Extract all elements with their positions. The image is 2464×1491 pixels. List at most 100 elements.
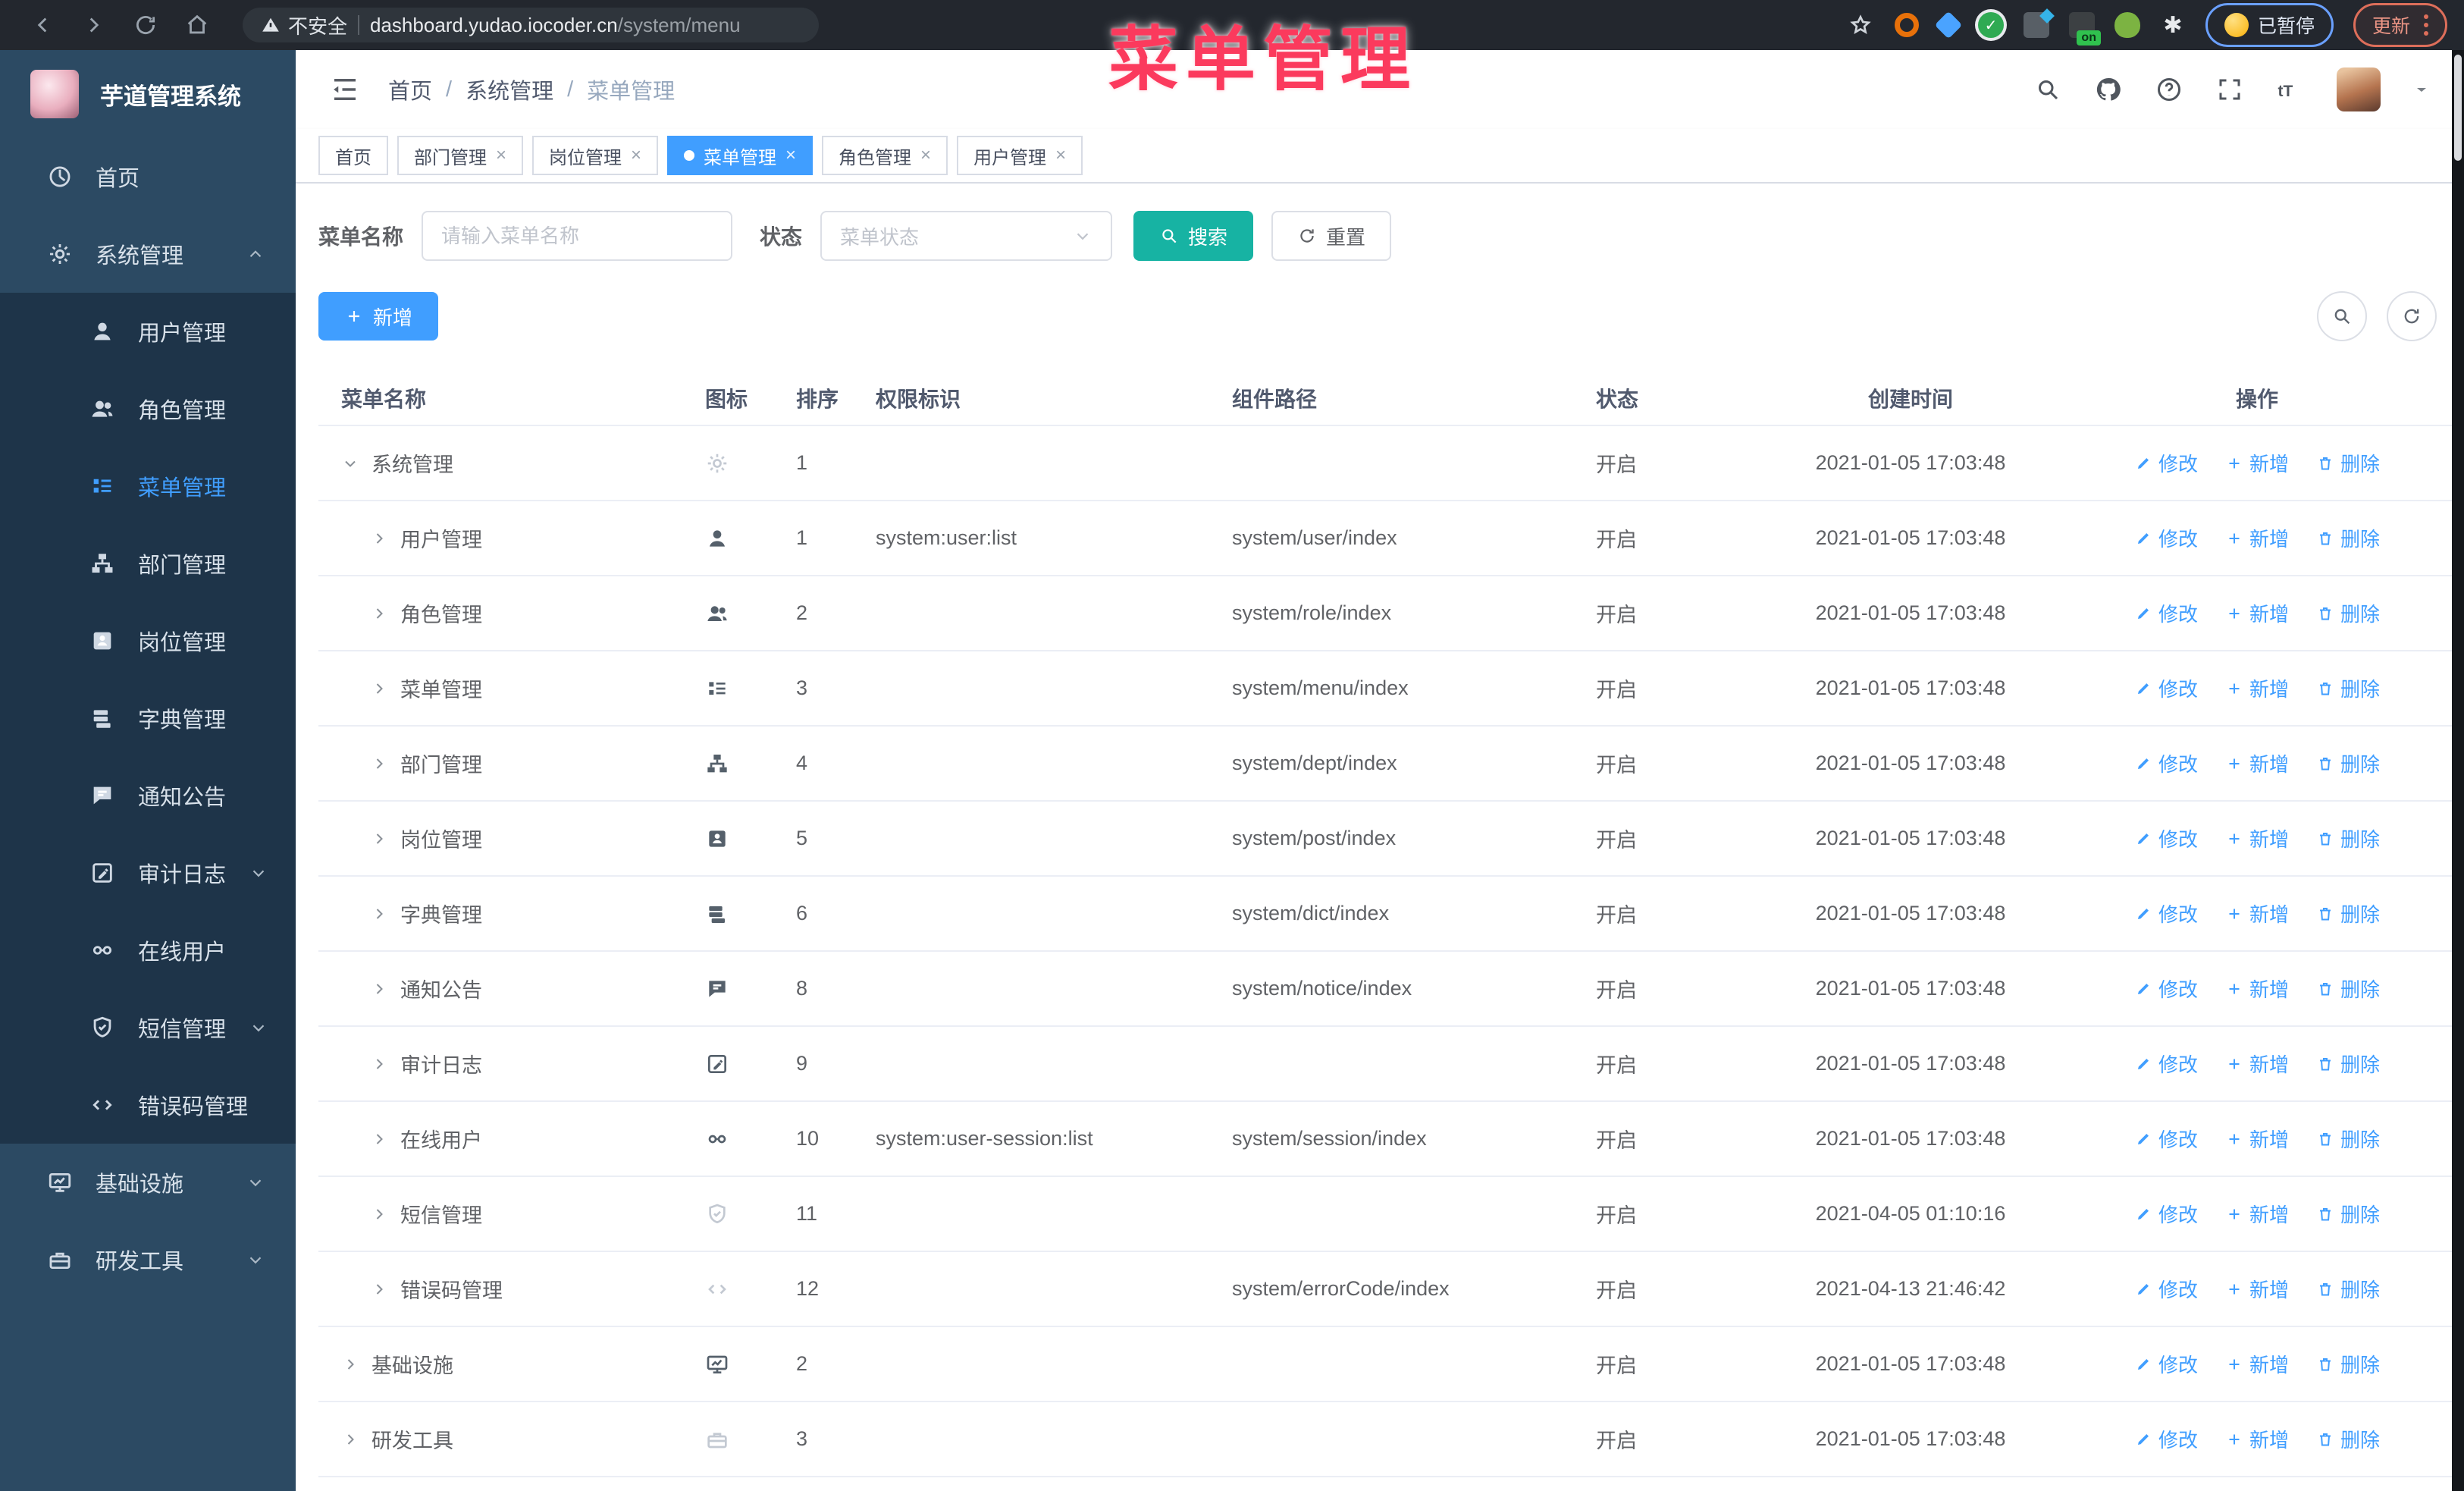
chevron-down-icon[interactable] <box>341 454 359 472</box>
edit-button[interactable]: 修改 <box>2134 449 2198 477</box>
tab-dept[interactable]: 部门管理 × <box>397 136 524 175</box>
scrollbar[interactable] <box>2452 50 2464 1491</box>
add-child-button[interactable]: 新增 <box>2225 749 2289 777</box>
sidebar-item-dict[interactable]: 字典管理 <box>0 680 296 757</box>
delete-button[interactable]: 删除 <box>2316 1275 2380 1303</box>
close-icon[interactable]: × <box>1055 146 1066 165</box>
search-button[interactable]: 搜索 <box>1133 211 1254 261</box>
delete-button[interactable]: 删除 <box>2316 899 2380 928</box>
sidebar-item-menu[interactable]: 菜单管理 <box>0 447 296 525</box>
add-child-button[interactable]: 新增 <box>2225 899 2289 928</box>
delete-button[interactable]: 删除 <box>2316 599 2380 627</box>
delete-button[interactable]: 删除 <box>2316 1200 2380 1228</box>
bookmark-star-icon[interactable] <box>1846 11 1875 39</box>
reset-button[interactable]: 重置 <box>1271 211 1392 261</box>
add-child-button[interactable]: 新增 <box>2225 599 2289 627</box>
refresh-button[interactable] <box>2387 291 2437 341</box>
edit-button[interactable]: 修改 <box>2134 1350 2198 1378</box>
add-button[interactable]: 新增 <box>318 292 439 341</box>
chevron-right-icon[interactable] <box>341 1355 359 1373</box>
edit-button[interactable]: 修改 <box>2134 899 2198 928</box>
sidebar-collapse-icon[interactable] <box>329 74 361 105</box>
breadcrumb-item[interactable]: 系统管理 <box>466 74 553 105</box>
add-child-button[interactable]: 新增 <box>2225 1425 2289 1453</box>
search-icon[interactable] <box>2033 75 2062 104</box>
edit-button[interactable]: 修改 <box>2134 1200 2198 1228</box>
fullscreen-icon[interactable] <box>2215 75 2244 104</box>
sidebar-item-home[interactable]: 首页 <box>0 138 296 215</box>
add-child-button[interactable]: 新增 <box>2225 1125 2289 1153</box>
close-icon[interactable]: × <box>785 146 796 165</box>
chevron-right-icon[interactable] <box>370 604 388 623</box>
tab-user[interactable]: 用户管理 × <box>957 136 1083 175</box>
chevron-down-icon[interactable] <box>2412 80 2431 99</box>
edit-button[interactable]: 修改 <box>2134 1125 2198 1153</box>
chevron-right-icon[interactable] <box>370 830 388 848</box>
reload-icon[interactable] <box>130 10 161 40</box>
delete-button[interactable]: 删除 <box>2316 524 2380 552</box>
logo[interactable]: 芋道管理系统 <box>0 50 296 138</box>
sidebar-item-notice[interactable]: 通知公告 <box>0 757 296 834</box>
extension-icon[interactable] <box>1934 11 1963 39</box>
edit-button[interactable]: 修改 <box>2134 975 2198 1003</box>
delete-button[interactable]: 删除 <box>2316 749 2380 777</box>
sidebar-item-post[interactable]: 岗位管理 <box>0 602 296 680</box>
chrome-menu-icon[interactable] <box>2424 14 2428 36</box>
tab-menu[interactable]: 菜单管理 × <box>667 136 813 175</box>
extension-icon[interactable] <box>1894 13 1919 37</box>
add-child-button[interactable]: 新增 <box>2225 1200 2289 1228</box>
tab-post[interactable]: 岗位管理 × <box>532 136 659 175</box>
breadcrumb-item[interactable]: 首页 <box>388 74 432 105</box>
delete-button[interactable]: 删除 <box>2316 449 2380 477</box>
scrollbar-thumb[interactable] <box>2454 55 2462 161</box>
add-child-button[interactable]: 新增 <box>2225 975 2289 1003</box>
sidebar-item-infra[interactable]: 基础设施 <box>0 1144 296 1221</box>
sidebar-item-dept[interactable]: 部门管理 <box>0 525 296 602</box>
chevron-right-icon[interactable] <box>370 905 388 923</box>
url-bar[interactable]: 不安全 dashboard.yudao.iocoder.cn/system/me… <box>243 8 819 42</box>
delete-button[interactable]: 删除 <box>2316 1050 2380 1078</box>
add-child-button[interactable]: 新增 <box>2225 1275 2289 1303</box>
sidebar-item-online-user[interactable]: 在线用户 <box>0 912 296 989</box>
delete-button[interactable]: 删除 <box>2316 674 2380 702</box>
chevron-right-icon[interactable] <box>370 1130 388 1148</box>
menu-status-select[interactable]: 菜单状态 <box>820 211 1113 261</box>
edit-button[interactable]: 修改 <box>2134 749 2198 777</box>
extension-icon[interactable] <box>2114 12 2140 38</box>
sidebar-item-sms[interactable]: 短信管理 <box>0 989 296 1066</box>
extension-icon[interactable] <box>2068 12 2101 46</box>
add-child-button[interactable]: 新增 <box>2225 1350 2289 1378</box>
menu-name-input[interactable] <box>422 211 733 261</box>
help-icon[interactable] <box>2155 75 2183 104</box>
github-icon[interactable] <box>2094 75 2123 104</box>
chevron-right-icon[interactable] <box>370 1280 388 1298</box>
font-size-icon[interactable]: tT <box>2276 75 2305 104</box>
edit-button[interactable]: 修改 <box>2134 1275 2198 1303</box>
chevron-right-icon[interactable] <box>370 1205 388 1223</box>
delete-button[interactable]: 删除 <box>2316 1425 2380 1453</box>
close-icon[interactable]: × <box>920 146 931 165</box>
extension-icon[interactable]: ✓ <box>1977 12 2004 38</box>
close-icon[interactable]: × <box>496 146 506 165</box>
avatar[interactable] <box>2337 67 2381 111</box>
sidebar-item-system[interactable]: 系统管理 <box>0 215 296 293</box>
chevron-right-icon[interactable] <box>341 1430 359 1449</box>
add-child-button[interactable]: 新增 <box>2225 524 2289 552</box>
chevron-right-icon[interactable] <box>370 980 388 998</box>
security-status[interactable]: 不安全 <box>261 11 347 39</box>
edit-button[interactable]: 修改 <box>2134 599 2198 627</box>
delete-button[interactable]: 删除 <box>2316 824 2380 852</box>
sidebar-item-dev-tools[interactable]: 研发工具 <box>0 1221 296 1298</box>
sidebar-item-role[interactable]: 角色管理 <box>0 370 296 447</box>
home-icon[interactable] <box>182 10 212 40</box>
edit-button[interactable]: 修改 <box>2134 824 2198 852</box>
sidebar-item-audit-log[interactable]: 审计日志 <box>0 834 296 912</box>
extensions-puzzle-icon[interactable]: ✱ <box>2160 12 2186 38</box>
sidebar-item-user[interactable]: 用户管理 <box>0 293 296 370</box>
chevron-right-icon[interactable] <box>370 680 388 698</box>
add-child-button[interactable]: 新增 <box>2225 449 2289 477</box>
chevron-right-icon[interactable] <box>370 755 388 773</box>
back-icon[interactable] <box>27 10 58 40</box>
profile-paused-badge[interactable]: 已暂停 <box>2205 3 2334 47</box>
chrome-update-button[interactable]: 更新 <box>2353 3 2447 47</box>
